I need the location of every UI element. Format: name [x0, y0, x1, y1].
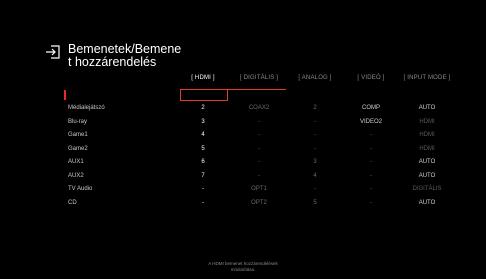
table-cell[interactable]: OPT2 [231, 200, 287, 206]
selection-line [228, 89, 286, 90]
table-cell[interactable]: COMP [343, 105, 399, 111]
table-row[interactable]: Game1 4- - - HDMI [0, 132, 486, 144]
input-arrow-icon [46, 45, 60, 59]
column-header-0[interactable]: [ HDMI ] [175, 75, 231, 81]
row-label: CD [68, 199, 77, 206]
table-cell[interactable]: - [343, 200, 399, 206]
table-cell[interactable]: - [287, 119, 343, 125]
table-cell[interactable]: 4 [175, 132, 231, 138]
table-cell[interactable]: 7 [175, 173, 231, 179]
column-header-3[interactable]: [ VIDEÓ ] [343, 75, 399, 81]
page-title: Bemenetek/Bemene t hozzárendelés [68, 42, 182, 69]
column-header-4[interactable]: [ INPUT MODE ] [399, 75, 455, 81]
row-label: Game1 [68, 132, 88, 138]
selection-marker [64, 90, 66, 100]
table-cell[interactable]: OPT1 [231, 186, 287, 192]
table-cell[interactable]: AUTO [399, 105, 455, 111]
column-header-1[interactable]: [ DIGITÁLIS ] [231, 75, 287, 81]
table-cell[interactable]: - [343, 159, 399, 165]
row-label: AUX1 [68, 159, 84, 165]
table-cell[interactable]: - [231, 173, 287, 179]
row-label: AUX2 [68, 172, 84, 179]
table-cell[interactable]: 3 [287, 159, 343, 165]
table-row[interactable]: Médialejátszó 2 COAX2 2 COMP AUTO [0, 105, 486, 117]
table-row[interactable]: AUX2 7-4- AUTO [0, 173, 486, 185]
row-label: TV Audio [68, 186, 93, 192]
table-cell[interactable]: AUTO [399, 159, 455, 165]
table-cell[interactable]: - [231, 132, 287, 138]
table-row[interactable]: CD - OPT2 5- AUTO [0, 200, 486, 212]
table-cell[interactable]: 6 [175, 159, 231, 165]
selected-cell-hdmi[interactable] [180, 89, 228, 101]
table-row[interactable]: AUX1 6-3- AUTO [0, 159, 486, 171]
table-cell[interactable]: - [231, 146, 287, 152]
table-cell[interactable]: AUTO [399, 200, 455, 206]
table-row[interactable]: TV Audio - OPT1- - DIGITÁLIS [0, 186, 486, 198]
table-cell[interactable]: DIGITÁLIS [399, 186, 455, 192]
table-cell[interactable]: HDMI [399, 132, 455, 138]
column-header-2[interactable]: [ ANALOG ] [287, 75, 343, 81]
table-cell[interactable]: - [175, 200, 231, 206]
table-cell[interactable]: HDMI [399, 146, 455, 152]
table-cell[interactable]: - [287, 186, 343, 192]
table-cell[interactable]: VIDEO2 [343, 119, 399, 125]
table-row[interactable]: Game2 5- - - HDMI [0, 146, 486, 158]
table-cell[interactable]: - [343, 146, 399, 152]
row-label: Médialejátszó [68, 105, 105, 111]
table-cell[interactable]: HDMI [399, 119, 455, 125]
table-row[interactable]: Blu-ray 3- - VIDEO2 HDMI [0, 119, 486, 131]
row-label: Blu-ray [68, 118, 88, 125]
row-label: Game2 [68, 145, 88, 152]
table-cell[interactable]: COAX2 [231, 105, 287, 111]
table-cell[interactable]: - [175, 186, 231, 192]
table-cell[interactable]: - [231, 159, 287, 165]
table-cell[interactable]: - [343, 132, 399, 138]
table-cell[interactable]: 5 [287, 200, 343, 206]
table-cell[interactable]: - [231, 119, 287, 125]
table-cell[interactable]: - [287, 146, 343, 152]
table-cell[interactable]: - [343, 186, 399, 192]
table-cell[interactable]: AUTO [399, 173, 455, 179]
table-cell[interactable]: - [287, 132, 343, 138]
table-cell[interactable]: 4 [287, 173, 343, 179]
table-cell[interactable]: 3 [175, 119, 231, 125]
help-text: A HDMI bemenet hozzárendelések módosítása… [208, 261, 278, 272]
table-cell[interactable]: - [343, 173, 399, 179]
table-cell[interactable]: 5 [175, 146, 231, 152]
table-cell[interactable]: 2 [175, 105, 231, 111]
table-cell[interactable]: 2 [287, 105, 343, 111]
